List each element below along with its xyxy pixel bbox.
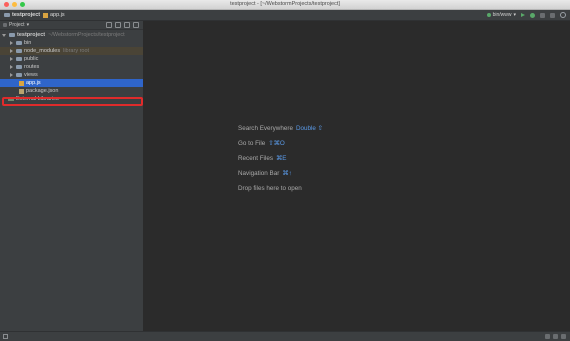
editor-area[interactable]: Search Everywhere Double ⇧ Go to File ⇧⌘O …	[144, 21, 570, 331]
git-icon[interactable]	[545, 334, 550, 339]
javascript-file-icon	[43, 12, 48, 18]
tree-item-label: routes	[24, 64, 40, 70]
run-icon[interactable]	[521, 13, 525, 17]
javascript-file-icon	[19, 80, 24, 86]
breadcrumb-file[interactable]: app.js	[43, 10, 65, 20]
folder-icon	[9, 33, 15, 37]
tree-item-label: public	[24, 56, 39, 62]
hint-shortcut: ⌘E	[276, 155, 287, 162]
folder-icon	[16, 57, 22, 61]
debug-icon[interactable]	[530, 12, 535, 18]
folder-icon	[16, 65, 22, 69]
hint-shortcut: ⌘↑	[282, 170, 292, 177]
tree-item-package-json[interactable]: package.json	[0, 87, 143, 95]
breadcrumb-project-label: testproject	[12, 12, 41, 18]
expand-arrow-icon[interactable]	[10, 73, 13, 77]
project-view-label: Project	[9, 22, 25, 28]
editor-empty-hints: Search Everywhere Double ⇧ Go to File ⇧⌘O …	[238, 125, 323, 200]
locate-file-icon[interactable]	[106, 22, 112, 28]
expand-arrow-icon[interactable]	[2, 33, 6, 37]
tree-item-bin[interactable]: bin	[0, 39, 143, 47]
event-log-icon[interactable]	[561, 334, 566, 339]
stop-icon[interactable]	[550, 12, 555, 18]
tree-item-app-js[interactable]: app.js	[0, 79, 143, 87]
hint-label: Search Everywhere	[238, 125, 293, 132]
search-icon[interactable]	[560, 12, 566, 18]
project-icon	[3, 23, 7, 27]
folder-icon	[4, 13, 10, 17]
tree-root[interactable]: testproject ~/WebstormProjects/testproje…	[0, 31, 143, 39]
chevron-down-icon: ▾	[513, 12, 516, 18]
tree-item-public[interactable]: public	[0, 55, 143, 63]
coverage-icon[interactable]	[540, 12, 545, 18]
title-bar: testproject - [~/WebstormProjects/testpr…	[0, 0, 570, 10]
tree-item-label: bin	[24, 40, 32, 46]
run-configuration-select[interactable]: bin/www ▾	[486, 12, 516, 18]
window-title: testproject - [~/WebstormProjects/testpr…	[230, 1, 340, 7]
status-bar-widgets	[545, 334, 566, 339]
node-icon	[486, 13, 491, 17]
folder-icon	[16, 49, 22, 53]
tree-item-label: app.js	[26, 80, 41, 86]
collapse-all-icon[interactable]	[115, 22, 121, 28]
hint-label: Go to File	[238, 140, 266, 147]
lock-icon[interactable]	[553, 334, 558, 339]
tool-windows-icon[interactable]	[3, 334, 8, 339]
tree-item-label: node_modules	[24, 48, 61, 54]
hint-search-everywhere: Search Everywhere Double ⇧	[238, 125, 323, 140]
expand-arrow-icon[interactable]	[10, 65, 13, 69]
library-icon	[8, 97, 14, 101]
hint-label: Navigation Bar	[238, 170, 280, 177]
project-tree: testproject ~/WebstormProjects/testproje…	[0, 31, 143, 103]
project-tool-header: Project ▾	[0, 21, 143, 30]
library-root-note: library root	[63, 48, 90, 54]
hide-panel-icon[interactable]	[133, 22, 139, 28]
tree-item-views[interactable]: views	[0, 71, 143, 79]
hint-navigation-bar: Navigation Bar ⌘↑	[238, 170, 323, 185]
tree-root-name: testproject	[17, 32, 46, 38]
expand-arrow-icon[interactable]	[10, 57, 13, 61]
hint-recent-files: Recent Files ⌘E	[238, 155, 323, 170]
tree-item-external-libraries[interactable]: External Libraries	[0, 95, 143, 103]
tree-item-routes[interactable]: routes	[0, 63, 143, 71]
tree-item-node-modules[interactable]: node_modules library root	[0, 47, 143, 55]
breadcrumb-project[interactable]: testproject	[4, 10, 40, 20]
expand-arrow-icon[interactable]	[10, 49, 13, 53]
project-view-selector[interactable]: Project ▾	[3, 22, 29, 28]
hint-shortcut: ⇧⌘O	[268, 140, 285, 147]
folder-icon	[16, 41, 22, 45]
chevron-down-icon: ▾	[26, 22, 30, 28]
hint-drop-files: Drop files here to open	[238, 185, 323, 200]
tree-item-label: External Libraries	[16, 96, 59, 102]
hint-shortcut: Double ⇧	[295, 125, 323, 132]
project-tool-window: Project ▾ testproject ~/WebstormProjects…	[0, 21, 144, 331]
hint-label: Drop files here to open	[238, 185, 302, 192]
tree-item-label: views	[24, 72, 38, 78]
folder-icon	[16, 73, 22, 77]
run-toolbar: bin/www ▾	[486, 10, 566, 20]
project-tool-actions	[106, 21, 139, 29]
json-file-icon	[19, 88, 24, 94]
run-configuration-label: bin/www	[492, 12, 512, 18]
tree-root-path: ~/WebstormProjects/testproject	[48, 32, 125, 38]
breadcrumb-file-label: app.js	[50, 12, 65, 18]
hint-label: Recent Files	[238, 155, 273, 162]
gear-icon[interactable]	[124, 22, 130, 28]
tree-item-label: package.json	[26, 88, 59, 94]
hint-go-to-file: Go to File ⇧⌘O	[238, 140, 323, 155]
navigation-bar: testproject app.js bin/www ▾	[0, 10, 570, 21]
expand-arrow-icon[interactable]	[10, 41, 13, 45]
